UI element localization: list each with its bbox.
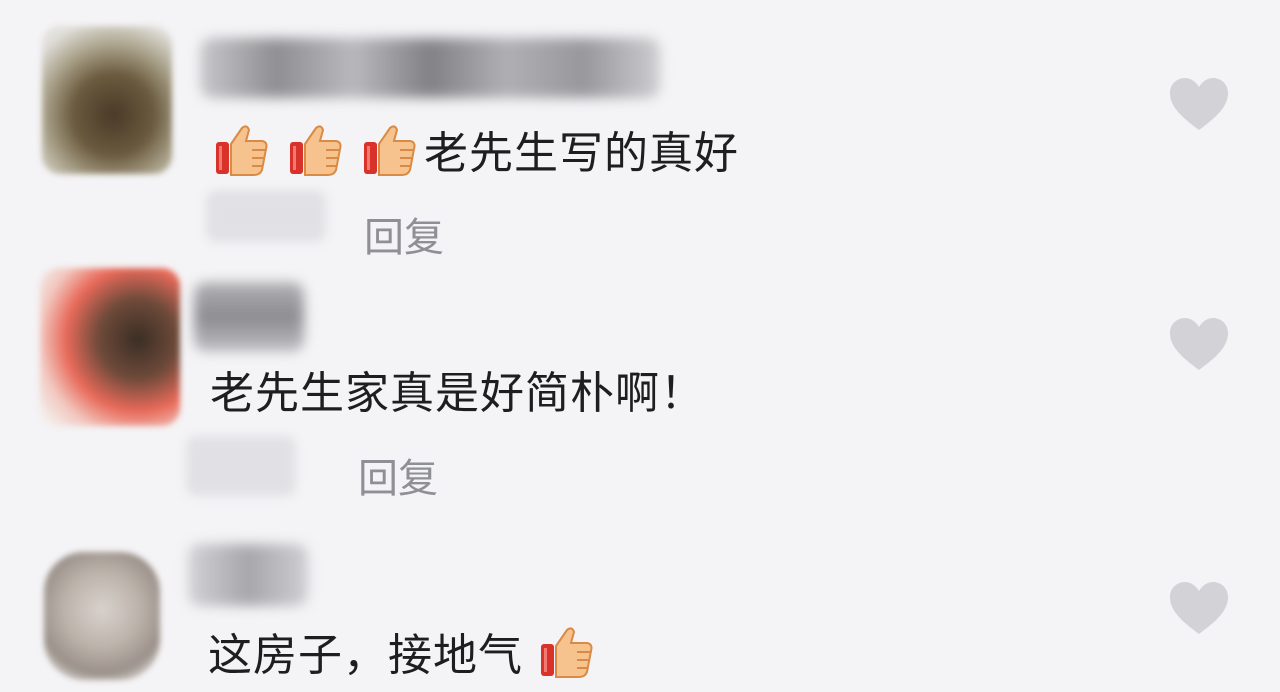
heart-icon[interactable] (1168, 76, 1230, 132)
avatar[interactable] (40, 268, 180, 426)
comment-item: 老先生家真是好简朴啊！ 回复 (0, 260, 1280, 530)
comment-list: 老先生写的真好 回复 老先生家真是好简朴啊！ 回复 这房子，接地气 (0, 0, 1280, 692)
username-redacted[interactable] (188, 544, 308, 606)
thumbs-up-icon (286, 120, 344, 178)
timestamp-redacted (186, 436, 296, 496)
comment-text: 老先生家真是好简朴啊！ (210, 368, 705, 419)
comment-text-line: 老先生家真是好简朴啊！ (210, 360, 705, 419)
timestamp-redacted (206, 190, 326, 242)
comment-text-line: 老先生写的真好 (212, 120, 739, 179)
username-redacted[interactable] (200, 38, 660, 98)
comment-text: 老先生写的真好 (424, 128, 739, 179)
thumbs-up-icon (537, 622, 595, 680)
avatar[interactable] (42, 26, 172, 174)
comment-text: 这房子，接地气 (208, 630, 523, 681)
heart-icon[interactable] (1168, 316, 1230, 372)
comment-text-line: 这房子，接地气 (208, 622, 611, 681)
comment-item: 老先生写的真好 回复 (0, 0, 1280, 263)
username-redacted[interactable] (194, 282, 304, 352)
thumbs-up-icon (360, 120, 418, 178)
thumbs-up-icon (212, 120, 270, 178)
reply-button[interactable]: 回复 (358, 446, 438, 504)
comment-item: 这房子，接地气 (0, 530, 1280, 692)
reply-button[interactable]: 回复 (364, 205, 444, 263)
heart-icon[interactable] (1168, 580, 1230, 636)
avatar[interactable] (44, 552, 160, 680)
